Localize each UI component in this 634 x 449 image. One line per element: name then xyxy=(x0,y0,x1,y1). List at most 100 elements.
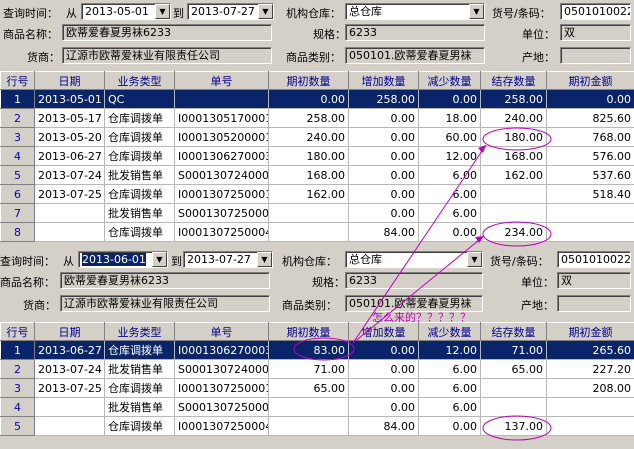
table-cell[interactable]: 162.00 xyxy=(268,184,349,204)
warehouse-select[interactable]: 总仓库 ▼ xyxy=(345,251,483,268)
date-from-picker[interactable]: 2013-05-01 ▼ xyxy=(81,3,171,20)
table-cell[interactable]: 0.00 xyxy=(418,222,481,242)
column-header[interactable]: 结存数量 xyxy=(480,71,547,90)
column-header[interactable]: 结存数量 xyxy=(480,322,547,341)
table-cell[interactable]: I0001306270003 xyxy=(174,340,269,360)
table-cell[interactable]: 71.00 xyxy=(480,340,547,360)
table-cell[interactable]: I0001306270003 xyxy=(174,146,269,166)
table-cell[interactable]: 2013-05-01 xyxy=(34,89,105,109)
table-cell[interactable]: 83.00 xyxy=(268,340,349,360)
table-cell[interactable] xyxy=(546,397,634,417)
table-cell[interactable]: 180.00 xyxy=(268,146,349,166)
table-cell[interactable]: 仓库调拨单 xyxy=(104,416,175,436)
table-cell[interactable]: 0.00 xyxy=(348,146,419,166)
warehouse-select[interactable]: 总仓库 ▼ xyxy=(345,3,485,20)
table-cell[interactable]: 2013-06-27 xyxy=(34,340,105,360)
table-cell[interactable]: 137.00 xyxy=(480,416,547,436)
table-cell[interactable]: 仓库调拨单 xyxy=(104,340,175,360)
table-cell[interactable]: 234.00 xyxy=(480,222,547,242)
table-cell[interactable]: 0.00 xyxy=(348,397,419,417)
table-cell[interactable]: 批发销售单 xyxy=(104,397,175,417)
table-cell[interactable]: 0.00 xyxy=(348,203,419,223)
table-cell[interactable]: 537.60 xyxy=(546,165,634,185)
table-cell[interactable] xyxy=(268,222,349,242)
table-cell[interactable] xyxy=(546,203,634,223)
table-cell[interactable]: 518.40 xyxy=(546,184,634,204)
table-cell[interactable]: 162.00 xyxy=(480,165,547,185)
table-cell[interactable]: 仓库调拨单 xyxy=(104,222,175,242)
table-cell[interactable]: 6.00 xyxy=(418,359,481,379)
table-row[interactable]: 3 2013-05-20 仓库调拨单 I0001305200001 240.00 0.00… xyxy=(0,127,634,147)
column-header[interactable]: 增加数量 xyxy=(348,71,419,90)
column-header[interactable]: 业务类型 xyxy=(104,322,175,341)
table-cell[interactable] xyxy=(34,397,105,417)
table-row[interactable]: 1 2013-05-01 QC 0.00 258.00 0.00 258.00 0.00 xyxy=(0,89,634,109)
row-number-cell[interactable]: 5 xyxy=(0,165,35,185)
table-cell[interactable]: 0.00 xyxy=(348,165,419,185)
table-cell[interactable]: 2013-07-24 xyxy=(34,359,105,379)
row-number-cell[interactable]: 7 xyxy=(0,203,35,223)
column-header[interactable]: 期初金额 xyxy=(546,322,634,341)
table-cell[interactable]: 2013-07-25 xyxy=(34,184,105,204)
column-header[interactable]: 日期 xyxy=(34,71,105,90)
table-cell[interactable]: S0001307240001 xyxy=(174,165,269,185)
table-row[interactable]: 4 2013-06-27 仓库调拨单 I0001306270003 180.00 0.00… xyxy=(0,146,634,166)
table-cell[interactable]: 265.60 xyxy=(546,340,634,360)
table-cell[interactable]: 71.00 xyxy=(268,359,349,379)
table-cell[interactable] xyxy=(268,203,349,223)
table-row[interactable]: 5 仓库调拨单 I0001307250004 84.00 0.00 137.00 xyxy=(0,416,634,436)
column-header[interactable]: 增加数量 xyxy=(348,322,419,341)
code-input[interactable]: 0501010022 xyxy=(557,251,631,268)
table-cell[interactable]: I0001305200001 xyxy=(174,127,269,147)
table-cell[interactable]: 批发销售单 xyxy=(104,165,175,185)
table-cell[interactable]: S0001307250001 xyxy=(174,203,269,223)
column-header[interactable]: 期初数量 xyxy=(268,322,349,341)
row-number-cell[interactable]: 1 xyxy=(0,89,35,109)
date-to-picker[interactable]: 2013-07-27 ▼ xyxy=(187,3,274,20)
table-cell[interactable]: 6.00 xyxy=(418,165,481,185)
table-cell[interactable]: 168.00 xyxy=(480,146,547,166)
chevron-down-icon[interactable]: ▼ xyxy=(155,4,170,19)
table-cell[interactable]: 65.00 xyxy=(480,359,547,379)
table-cell[interactable]: 2013-07-25 xyxy=(34,378,105,398)
column-header[interactable]: 行号 xyxy=(0,322,35,341)
table-cell[interactable]: 6.00 xyxy=(418,184,481,204)
column-header[interactable]: 日期 xyxy=(34,322,105,341)
table-cell[interactable]: 12.00 xyxy=(418,340,481,360)
row-number-cell[interactable]: 4 xyxy=(0,146,35,166)
table-cell[interactable]: I0001307250001 xyxy=(174,184,269,204)
row-number-cell[interactable]: 2 xyxy=(0,359,35,379)
table-cell[interactable]: 仓库调拨单 xyxy=(104,184,175,204)
table-cell[interactable]: 2013-05-17 xyxy=(34,108,105,128)
row-number-cell[interactable]: 3 xyxy=(0,378,35,398)
column-header[interactable]: 行号 xyxy=(0,71,35,90)
chevron-down-icon[interactable]: ▼ xyxy=(257,252,272,267)
table-cell[interactable]: 84.00 xyxy=(348,416,419,436)
row-number-cell[interactable]: 4 xyxy=(0,397,35,417)
table-cell[interactable]: 258.00 xyxy=(480,89,547,109)
code-input[interactable]: 0501010022 xyxy=(560,3,631,20)
chevron-down-icon[interactable]: ▼ xyxy=(467,252,482,267)
table-cell[interactable]: 仓库调拨单 xyxy=(104,378,175,398)
table-cell[interactable] xyxy=(480,397,547,417)
table-cell[interactable]: 0.00 xyxy=(418,89,481,109)
table-cell[interactable]: 0.00 xyxy=(348,184,419,204)
column-header[interactable]: 期初数量 xyxy=(268,71,349,90)
table-cell[interactable] xyxy=(268,397,349,417)
table-cell[interactable] xyxy=(34,222,105,242)
table-cell[interactable]: 258.00 xyxy=(348,89,419,109)
chevron-down-icon[interactable]: ▼ xyxy=(258,4,273,19)
table-row[interactable]: 4 批发销售单 S0001307250001 0.00 6.00 xyxy=(0,397,634,417)
table-cell[interactable]: I0001307250004 xyxy=(174,222,269,242)
table-cell[interactable]: 6.00 xyxy=(418,397,481,417)
table-cell[interactable]: QC xyxy=(104,89,175,109)
row-number-cell[interactable]: 5 xyxy=(0,416,35,436)
table-row[interactable]: 2 2013-05-17 仓库调拨单 I0001305170001 258.00 0.00… xyxy=(0,108,634,128)
table-cell[interactable]: 批发销售单 xyxy=(104,359,175,379)
date-from-picker[interactable]: 2013-06-01 ▼ xyxy=(78,251,168,268)
table-cell[interactable]: 仓库调拨单 xyxy=(104,108,175,128)
row-number-cell[interactable]: 3 xyxy=(0,127,35,147)
table-cell[interactable] xyxy=(546,222,634,242)
column-header[interactable]: 单号 xyxy=(174,71,269,90)
row-number-cell[interactable]: 8 xyxy=(0,222,35,242)
